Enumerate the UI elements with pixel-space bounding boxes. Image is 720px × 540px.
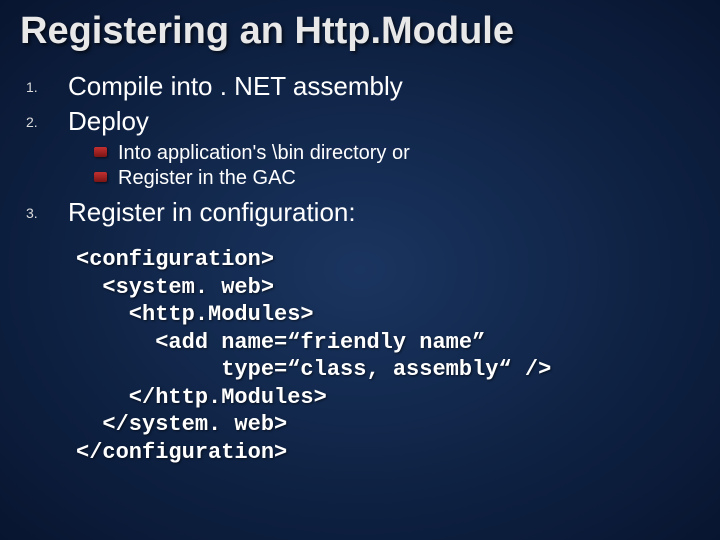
main-list: Compile into . NET assembly Deploy Into … — [38, 71, 700, 228]
code-block: <configuration> <system. web> <http.Modu… — [76, 246, 700, 466]
sub-item-2: Register in the GAC — [94, 166, 700, 191]
list-item-3-text: Register in configuration: — [68, 197, 356, 227]
slide: Registering an Http.Module Compile into … — [0, 0, 720, 540]
list-item-3: Register in configuration: — [68, 197, 700, 228]
list-item-2-text: Deploy — [68, 106, 149, 136]
sub-list: Into application's \bin directory or Reg… — [94, 141, 700, 191]
slide-title: Registering an Http.Module — [20, 10, 700, 53]
sub-item-1: Into application's \bin directory or — [94, 141, 700, 166]
list-item-1: Compile into . NET assembly — [68, 71, 700, 102]
list-item-2: Deploy Into application's \bin directory… — [68, 106, 700, 191]
list-item-1-text: Compile into . NET assembly — [68, 71, 403, 101]
sub-item-2-text: Register in the GAC — [118, 167, 296, 189]
sub-item-1-text: Into application's \bin directory or — [118, 142, 410, 164]
